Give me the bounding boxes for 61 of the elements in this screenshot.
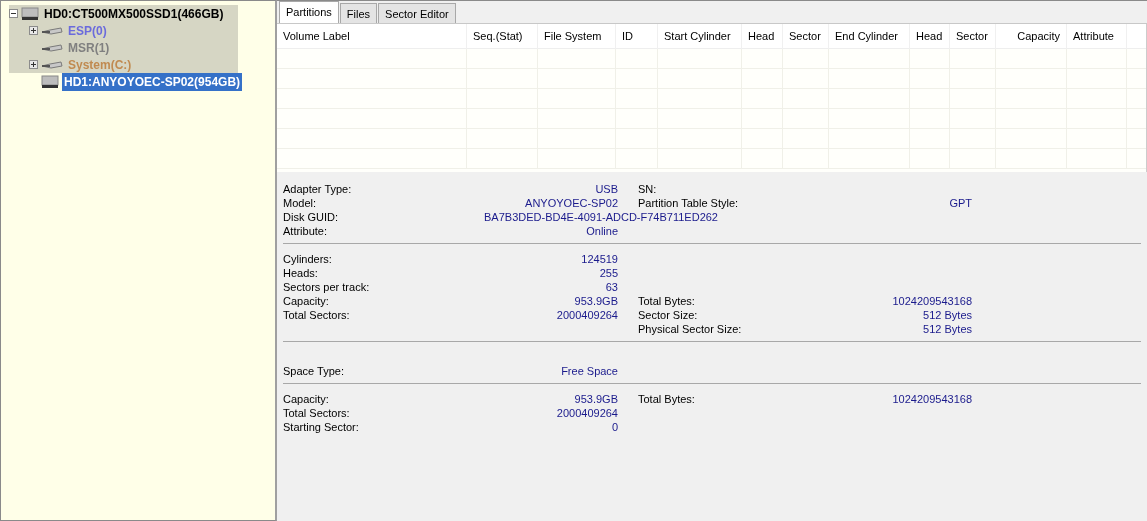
field-label: Cylinders: (283, 252, 333, 266)
column-header[interactable]: Sector (950, 23, 996, 49)
field-value: BA7B3DED-BD4E-4091-ADCD-F74B711ED262 (483, 210, 718, 224)
tree-item[interactable]: HD0:CT500MX500SSD1(466GB) (42, 4, 226, 23)
field-value: 0 (610, 420, 618, 434)
field-label: Heads: (283, 266, 319, 280)
column-header[interactable]: Seq.(Stat) (467, 23, 538, 49)
column-header[interactable]: Volume Label (277, 23, 467, 49)
expand-icon[interactable] (29, 26, 38, 35)
column-header[interactable]: Head (910, 23, 950, 49)
field-label: Physical Sector Size: (638, 322, 743, 336)
disk-icon (21, 6, 39, 21)
field-value: 512 Bytes (922, 308, 972, 322)
field-value: ANYOYOEC-SP02 (524, 196, 618, 210)
field-label: Total Sectors: (283, 308, 351, 322)
column-header[interactable]: End Cylinder (829, 23, 910, 49)
field-label: Capacity: (283, 294, 330, 308)
field-value: 255 (598, 266, 618, 280)
field-label: Total Bytes: (638, 392, 696, 406)
column-header[interactable]: Capacity (996, 23, 1067, 49)
field-label: Model: (283, 196, 318, 210)
field-value: Free Space (560, 364, 618, 378)
column-header[interactable]: Head (742, 23, 783, 49)
field-value: GPT (948, 196, 972, 210)
column-header[interactable]: Attribute (1067, 23, 1127, 49)
disk-icon (41, 74, 59, 89)
field-value: 953.9GB (573, 392, 618, 406)
field-label: Sectors per track: (283, 280, 371, 294)
field-label: Total Bytes: (638, 294, 696, 308)
field-value: 63 (604, 280, 618, 294)
field-label: Capacity: (283, 392, 330, 406)
field-label: Partition Table Style: (638, 196, 740, 210)
column-header[interactable]: ID (616, 23, 658, 49)
field-value: Online (585, 224, 618, 238)
column-header[interactable]: Start Cylinder (658, 23, 742, 49)
field-value: 953.9GB (573, 294, 618, 308)
field-value: 1024209543168 (891, 294, 972, 308)
tab[interactable]: Sector Editor (378, 3, 456, 23)
field-value: 2000409264 (555, 308, 618, 322)
field-label: Attribute: (283, 224, 329, 238)
partition-icon (41, 25, 63, 36)
expand-icon[interactable] (29, 60, 38, 69)
field-label: Sector Size: (638, 308, 699, 322)
partition-icon (41, 59, 63, 70)
partition-icon (41, 42, 63, 53)
field-label: Starting Sector: (283, 420, 360, 434)
field-label: SN: (638, 182, 658, 196)
field-label: Adapter Type: (283, 182, 353, 196)
column-header[interactable]: File System (538, 23, 616, 49)
field-value: USB (594, 182, 618, 196)
field-label: Space Type: (283, 364, 345, 378)
tab[interactable]: Partitions (279, 1, 339, 23)
field-value: 1024209543168 (891, 392, 972, 406)
tab[interactable]: Files (339, 3, 378, 23)
field-label: Total Sectors: (283, 406, 351, 420)
field-label: Disk GUID: (283, 210, 339, 224)
field-value: 124519 (580, 252, 618, 266)
field-value: 512 Bytes (922, 322, 972, 336)
collapse-icon[interactable] (9, 9, 18, 18)
column-header[interactable]: Sector (783, 23, 829, 49)
field-value: 2000409264 (555, 406, 618, 420)
